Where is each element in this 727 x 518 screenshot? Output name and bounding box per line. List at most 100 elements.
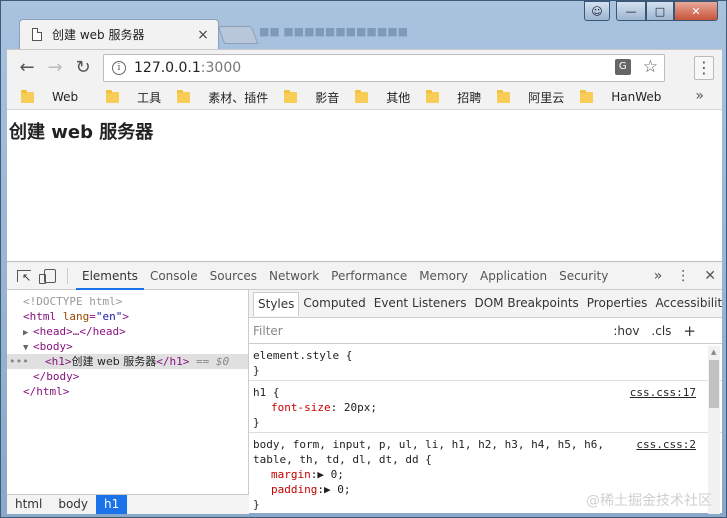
watermark: @稀土掘金技术社区 xyxy=(586,493,712,509)
site-info-icon[interactable]: i xyxy=(112,61,126,75)
folder-icon xyxy=(580,89,594,103)
tab-computed[interactable]: Computed xyxy=(299,292,369,316)
bookmark-label: Web xyxy=(52,90,79,104)
scroll-up-icon[interactable]: ▲ xyxy=(711,348,716,356)
dom-line-body-close[interactable]: </body> xyxy=(7,369,248,384)
devtools-body: <!DOCTYPE html> <html lang="en"> ▶ <head>… xyxy=(7,290,722,514)
dom-line-doctype[interactable]: <!DOCTYPE html> xyxy=(7,294,248,309)
address-bar[interactable]: i 127.0.0.1:3000 G ☆ xyxy=(103,54,665,82)
style-property[interactable]: margin:▶ 0; xyxy=(253,467,700,482)
crumb-html[interactable]: html xyxy=(7,495,50,514)
tab-elements[interactable]: Elements xyxy=(76,262,144,290)
tab-performance[interactable]: Performance xyxy=(325,262,413,290)
dom-line-h1[interactable]: ••• <h1>创建 web 服务器</h1> == $0 xyxy=(7,354,248,369)
browser-menu-button[interactable]: ⋮ xyxy=(694,56,714,80)
bookmark-star-icon[interactable]: ☆ xyxy=(643,59,658,76)
tab-sources[interactable]: Sources xyxy=(204,262,263,290)
tab-network[interactable]: Network xyxy=(263,262,325,290)
bookmarks-bar: Web 工具 素材、插件 影音 其他 招聘 阿里云 HanWeb » xyxy=(7,85,722,109)
tab-strip: 创建 web 服务器 × ■■ ■■■■■■■■■■■■ ☺ — □ ✕ xyxy=(7,1,722,49)
user-button[interactable]: ☺ xyxy=(584,1,610,21)
bookmark-media[interactable]: 影音 xyxy=(284,86,339,108)
folder-icon xyxy=(106,89,120,103)
background-window-title: ■■ ■■■■■■■■■■■■ xyxy=(259,25,408,38)
add-rule-icon[interactable]: + xyxy=(683,322,696,340)
back-button[interactable]: ← xyxy=(13,54,41,82)
maximize-button[interactable]: □ xyxy=(646,1,674,21)
bookmark-tools[interactable]: 工具 xyxy=(106,86,161,108)
crumb-body[interactable]: body xyxy=(50,495,96,514)
tab-close-icon[interactable]: × xyxy=(194,27,212,43)
dom-tree: <!DOCTYPE html> <html lang="en"> ▶ <head>… xyxy=(7,290,249,514)
folder-icon xyxy=(284,89,298,103)
rule-close: } xyxy=(253,364,260,377)
tab-event-listeners[interactable]: Event Listeners xyxy=(370,292,471,316)
rule-selector-cont[interactable]: table, th, td, dl, dt, dd { xyxy=(253,452,700,467)
bookmark-aliyun[interactable]: 阿里云 xyxy=(497,86,564,108)
filter-actions: :hov .cls + xyxy=(613,318,696,344)
translate-icon[interactable]: G xyxy=(614,59,631,75)
reload-button[interactable]: ↻ xyxy=(69,54,97,82)
class-toggle-button[interactable]: .cls xyxy=(651,324,671,338)
rule-selector[interactable]: body, form, input, p, ul, li, h1, h2, h3… xyxy=(253,437,700,452)
dom-line-html[interactable]: <html lang="en"> xyxy=(7,309,248,324)
devtools-menu-button[interactable]: ⋮ xyxy=(676,268,690,284)
bookmark-web[interactable]: Web xyxy=(21,86,78,108)
document-icon xyxy=(32,28,42,41)
more-tabs-button[interactable]: » xyxy=(654,268,663,284)
tab-dom-breakpoints[interactable]: DOM Breakpoints xyxy=(470,292,582,316)
styles-filter-bar: Filter :hov .cls + xyxy=(249,318,722,344)
devtools-actions: » ⋮ ✕ xyxy=(654,262,716,290)
bookmarks-more-button[interactable]: » xyxy=(695,88,704,104)
address-toolbar: ← → ↻ i 127.0.0.1:3000 G ☆ ⋮ xyxy=(7,49,722,85)
hover-state-button[interactable]: :hov xyxy=(613,324,639,338)
bookmark-jobs[interactable]: 招聘 xyxy=(426,86,481,108)
close-window-button[interactable]: ✕ xyxy=(674,1,718,21)
folder-icon xyxy=(497,89,511,103)
styles-scrollbar[interactable]: ▲ xyxy=(708,346,720,514)
minimize-button[interactable]: — xyxy=(616,1,646,21)
folder-icon xyxy=(426,89,440,103)
rule-source-link[interactable]: css.css:17 xyxy=(630,385,696,400)
filter-input[interactable]: Filter xyxy=(253,324,283,338)
bookmark-label: 影音 xyxy=(315,90,340,105)
tab-security[interactable]: Security xyxy=(553,262,614,290)
style-property[interactable]: font-size: 20px; xyxy=(253,400,700,415)
folder-icon xyxy=(177,89,191,103)
more-dots-icon[interactable]: ••• xyxy=(9,354,29,369)
tab-memory[interactable]: Memory xyxy=(413,262,474,290)
bookmark-other[interactable]: 其他 xyxy=(355,86,410,108)
dom-line-body[interactable]: ▼ <body> xyxy=(7,339,248,354)
tab-active[interactable]: 创建 web 服务器 × xyxy=(19,19,219,49)
crumb-h1[interactable]: h1 xyxy=(96,495,128,514)
bookmark-label: 招聘 xyxy=(457,90,482,105)
rule-source-link[interactable]: css.css:2 xyxy=(636,437,696,452)
rule-selector[interactable]: element.style { xyxy=(253,348,700,363)
style-rule-element: element.style { } xyxy=(249,344,722,381)
device-toolbar-icon[interactable] xyxy=(37,263,63,289)
bookmark-label: HanWeb xyxy=(611,90,662,104)
devtools-close-button[interactable]: ✕ xyxy=(704,268,716,284)
bookmark-assets[interactable]: 素材、插件 xyxy=(177,86,268,108)
devtools-panel: Elements Console Sources Network Perform… xyxy=(7,261,722,514)
inspect-element-icon[interactable] xyxy=(11,263,37,289)
bookmark-hanweb[interactable]: HanWeb xyxy=(580,86,661,108)
tab-styles[interactable]: Styles xyxy=(253,291,300,316)
folder-icon xyxy=(21,89,34,103)
style-rule-h1: css.css:17 h1 { font-size: 20px; } xyxy=(249,381,722,433)
scroll-thumb[interactable] xyxy=(709,360,719,408)
url-host: 127.0.0.1 xyxy=(134,60,201,76)
tab-properties[interactable]: Properties xyxy=(583,292,652,316)
dom-line-head[interactable]: ▶ <head>…</head> xyxy=(7,324,248,339)
tab-accessibility[interactable]: Accessibility xyxy=(651,292,722,316)
forward-button[interactable]: → xyxy=(41,54,69,82)
url-port: :3000 xyxy=(200,60,242,76)
new-tab-button[interactable] xyxy=(217,26,259,44)
tab-title: 创建 web 服务器 xyxy=(52,28,145,42)
bookmark-label: 工具 xyxy=(137,90,162,105)
dom-line-html-close[interactable]: </html> xyxy=(7,384,248,399)
bookmark-label: 阿里云 xyxy=(528,90,565,105)
tab-application[interactable]: Application xyxy=(474,262,553,290)
tab-console[interactable]: Console xyxy=(144,262,204,290)
browser-window: 创建 web 服务器 × ■■ ■■■■■■■■■■■■ ☺ — □ ✕ ← →… xyxy=(0,0,727,518)
